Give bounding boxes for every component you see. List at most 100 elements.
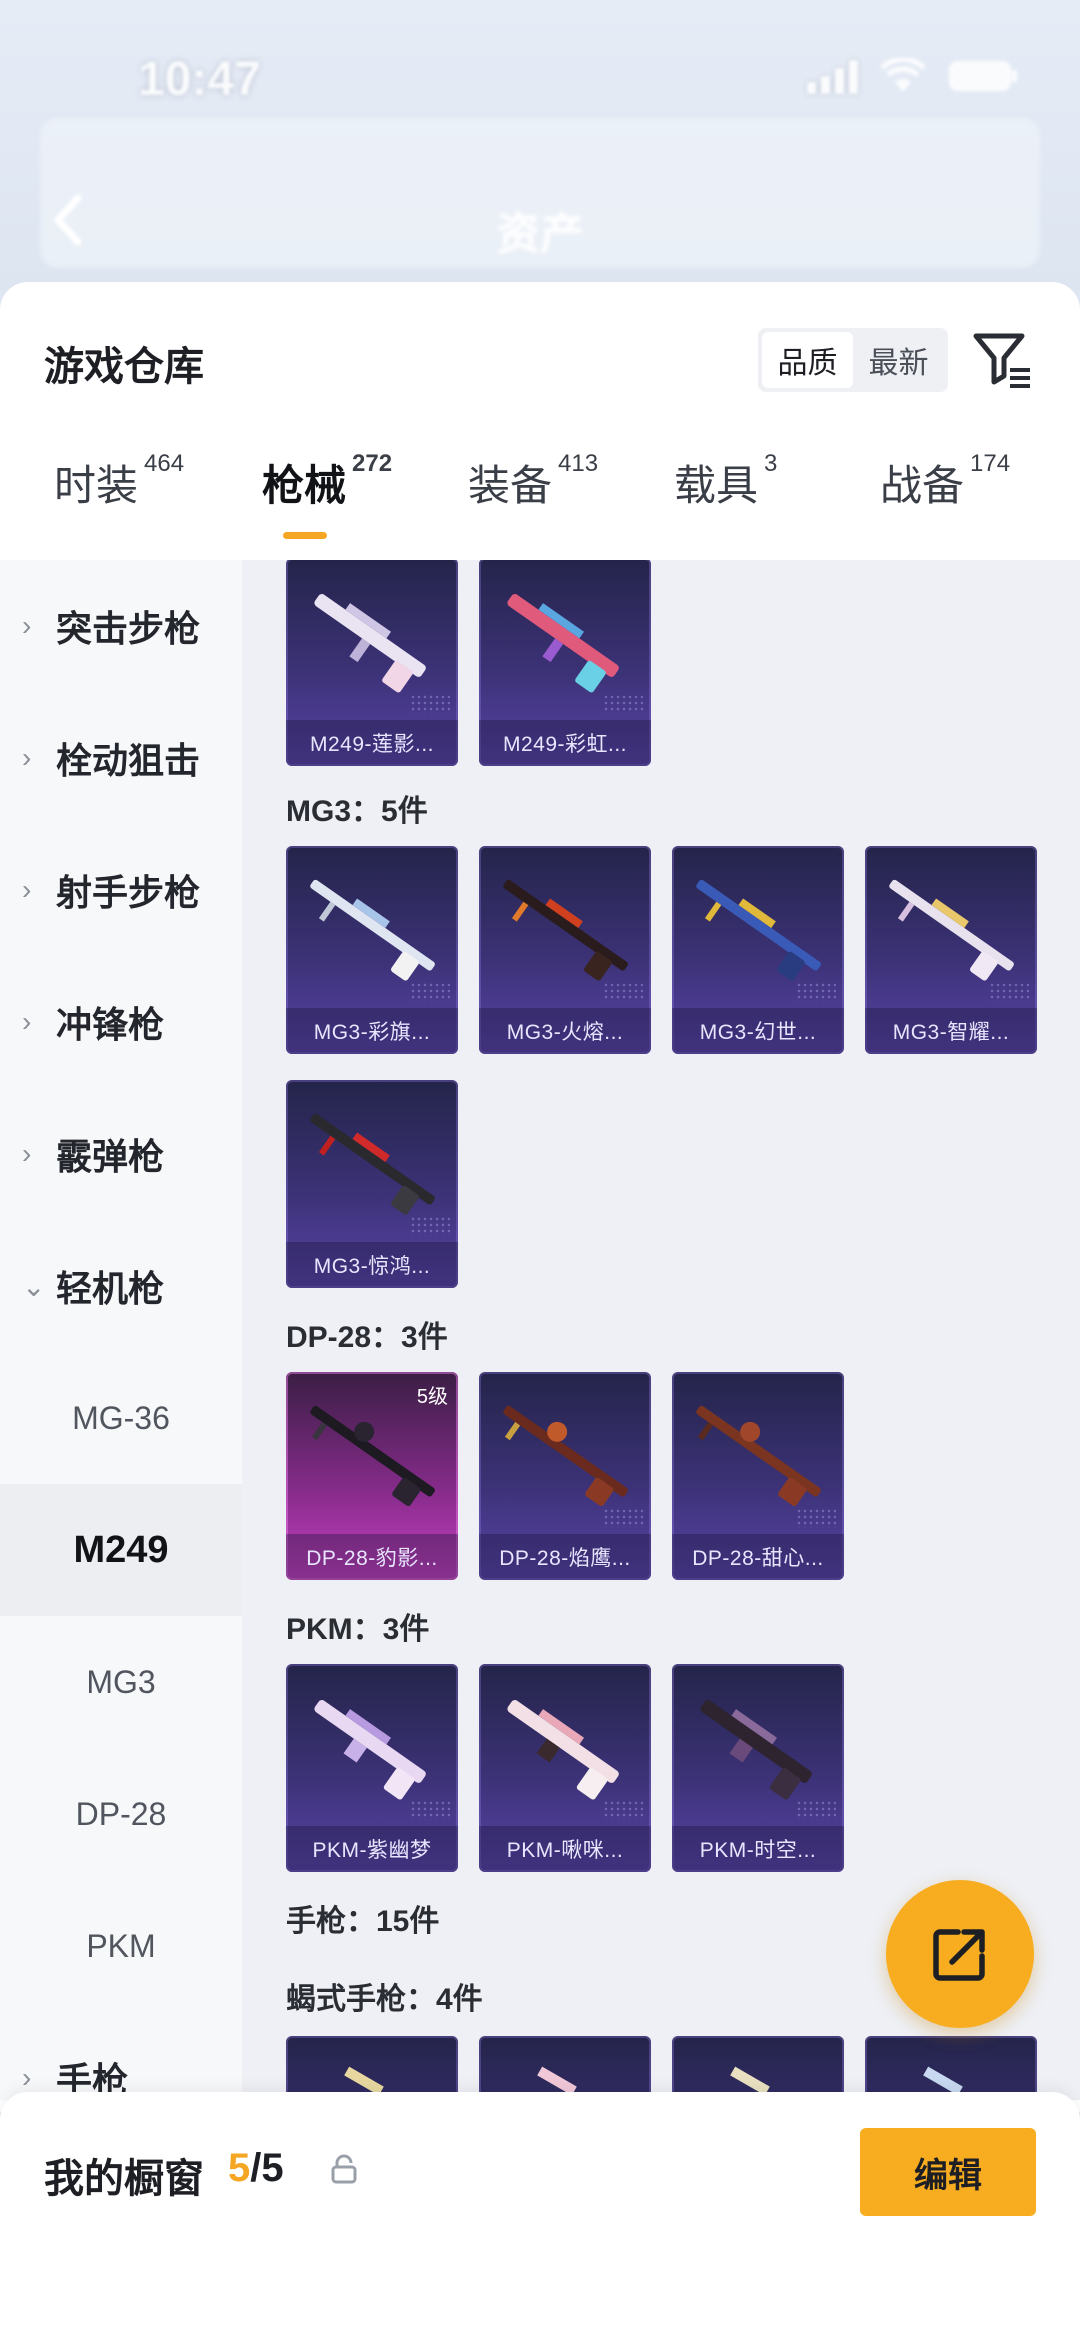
item-tile[interactable] <box>672 2036 844 2100</box>
item-tile[interactable]: DP-28-甜心... <box>672 1372 844 1580</box>
tile-pattern <box>989 982 1029 1002</box>
sidebar-item-pistol[interactable]: › 手枪 <box>0 2012 242 2100</box>
weapon-image <box>700 1700 812 1800</box>
item-name: MG3-智耀... <box>865 1008 1037 1054</box>
item-tile[interactable] <box>865 2036 1037 2100</box>
item-tile[interactable]: M249-莲影... <box>286 560 458 766</box>
sidebar-item-smg[interactable]: › 冲锋枪 <box>0 956 242 1088</box>
item-tile[interactable]: PKM-时空... <box>672 1664 844 1872</box>
item-tile[interactable]: PKM-啾咪... <box>479 1664 651 1872</box>
item-tile[interactable]: M249-彩虹... <box>479 560 651 766</box>
section-label-pistol: 手枪：15件 <box>286 1905 440 1938</box>
weapon-image <box>503 1405 628 1507</box>
sidebar-subitem-mg36[interactable]: MG-36 <box>0 1352 242 1484</box>
sidebar-item-lmg[interactable]: ⌄ 轻机枪 <box>0 1220 242 1352</box>
chevron-right-icon: › <box>22 1006 32 1037</box>
chevron-right-icon: › <box>22 610 32 641</box>
weapon-image <box>310 879 435 981</box>
item-name: MG3-彩旗... <box>286 1008 458 1054</box>
item-tile[interactable]: 5级 DP-28-豹影... <box>286 1372 458 1580</box>
bottom-bar: 我的橱窗 5/5 编辑 <box>0 2092 1080 2341</box>
weapon-image <box>314 1700 426 1800</box>
tile-pattern <box>410 1800 450 1820</box>
active-tab-indicator <box>283 532 327 539</box>
tile-pattern <box>603 694 643 714</box>
item-name: M249-彩虹... <box>479 720 651 766</box>
chevron-right-icon: › <box>22 1138 32 1169</box>
item-grid: M249-莲影... M249-彩虹... MG3：5件 MG3-彩旗... M… <box>242 560 1080 2100</box>
weapon-image <box>696 1405 821 1507</box>
showcase-label: 我的橱窗 <box>44 2157 204 2201</box>
item-tile[interactable]: DP-28-焰鹰... <box>479 1372 651 1580</box>
item-name: DP-28-甜心... <box>672 1534 844 1580</box>
status-bar: 10:47 <box>0 40 1080 120</box>
item-name: PKM-啾咪... <box>479 1826 651 1872</box>
sidebar: › 突击步枪 › 栓动狙击 › 射手步枪 › 冲锋枪 › 霰弹枪 ⌄ 轻机枪 MG-36 M… <box>0 560 242 2100</box>
chevron-right-icon: › <box>22 874 32 905</box>
lock-icon[interactable] <box>330 2154 358 2189</box>
sidebar-subitem-m249[interactable]: M249 <box>0 1484 242 1616</box>
edit-button[interactable]: 编辑 <box>860 2128 1036 2216</box>
item-tile[interactable]: PKM-紫幽梦 <box>286 1664 458 1872</box>
sidebar-subitem-dp28[interactable]: DP-28 <box>0 1748 242 1880</box>
chevron-right-icon: › <box>22 2062 32 2093</box>
share-button[interactable] <box>886 1880 1034 2028</box>
item-name: DP-28-焰鹰... <box>479 1534 651 1580</box>
tile-pattern <box>410 982 450 1002</box>
sort-option-quality[interactable]: 品质 <box>762 332 853 388</box>
sort-option-newest[interactable]: 最新 <box>853 332 944 388</box>
sidebar-subitem-mg3[interactable]: MG3 <box>0 1616 242 1748</box>
item-tile[interactable]: MG3-智耀... <box>865 846 1037 1054</box>
weapon-image <box>310 1405 435 1507</box>
nav-title: 资产 <box>496 210 584 259</box>
filter-icon[interactable] <box>972 330 1034 395</box>
sidebar-item-bolt-sniper[interactable]: › 栓动狙击 <box>0 692 242 824</box>
weapon-image <box>696 879 821 981</box>
weapon-image <box>310 1113 435 1215</box>
chevron-right-icon: › <box>22 742 32 773</box>
item-name: DP-28-豹影... <box>286 1534 458 1580</box>
item-name: MG3-幻世... <box>672 1008 844 1054</box>
tile-pattern <box>796 982 836 1002</box>
section-label-scorpion: 蝎式手枪：4件 <box>286 1983 483 2016</box>
share-icon <box>933 1929 985 1981</box>
weapon-image <box>503 879 628 981</box>
battery-icon <box>948 58 1020 94</box>
weapon-image <box>507 594 619 693</box>
item-tile[interactable]: MG3-幻世... <box>672 846 844 1054</box>
weapon-image <box>889 879 1014 981</box>
tab-firearms[interactable]: 枪械 272 <box>262 450 392 542</box>
sort-toggle: 品质 最新 <box>758 328 948 392</box>
tile-pattern <box>796 1800 836 1820</box>
item-tile[interactable] <box>286 2036 458 2100</box>
item-tile[interactable]: MG3-火熔... <box>479 846 651 1054</box>
sidebar-item-shotgun[interactable]: › 霰弹枪 <box>0 1088 242 1220</box>
sidebar-subitem-pkm[interactable]: PKM <box>0 1880 242 2012</box>
item-tile[interactable] <box>479 2036 651 2100</box>
tab-equipment[interactable]: 装备 413 <box>468 450 598 542</box>
chevron-down-icon: ⌄ <box>22 1270 46 1302</box>
page-title: 游戏仓库 <box>44 345 204 389</box>
tile-pattern <box>796 1508 836 1528</box>
item-name: MG3-火熔... <box>479 1008 651 1054</box>
top-background: 10:47 资产 <box>0 0 1080 290</box>
sidebar-item-dmr[interactable]: › 射手步枪 <box>0 824 242 956</box>
wifi-icon <box>880 58 926 94</box>
item-tile[interactable]: MG3-惊鸿... <box>286 1080 458 1288</box>
tile-pattern <box>410 694 450 714</box>
signal-icon <box>807 58 858 94</box>
status-icons <box>807 58 1020 94</box>
status-time: 10:47 <box>138 53 261 106</box>
weapon-image <box>507 1700 619 1800</box>
category-tabs: 时装 464 枪械 272 装备 413 载具 3 战备 174 <box>0 450 1080 542</box>
item-name: PKM-时空... <box>672 1826 844 1872</box>
tab-fashion[interactable]: 时装 464 <box>54 450 184 542</box>
section-label-mg3: MG3：5件 <box>286 795 428 828</box>
item-tile[interactable]: MG3-彩旗... <box>286 846 458 1054</box>
tab-vehicles[interactable]: 载具 3 <box>674 450 777 542</box>
showcase-count: 5/5 <box>228 2146 284 2190</box>
section-label-dp28: DP-28：3件 <box>286 1321 448 1354</box>
tile-pattern <box>603 982 643 1002</box>
tab-supplies[interactable]: 战备 174 <box>880 450 1010 542</box>
sidebar-item-assault-rifle[interactable]: › 突击步枪 <box>0 560 242 692</box>
